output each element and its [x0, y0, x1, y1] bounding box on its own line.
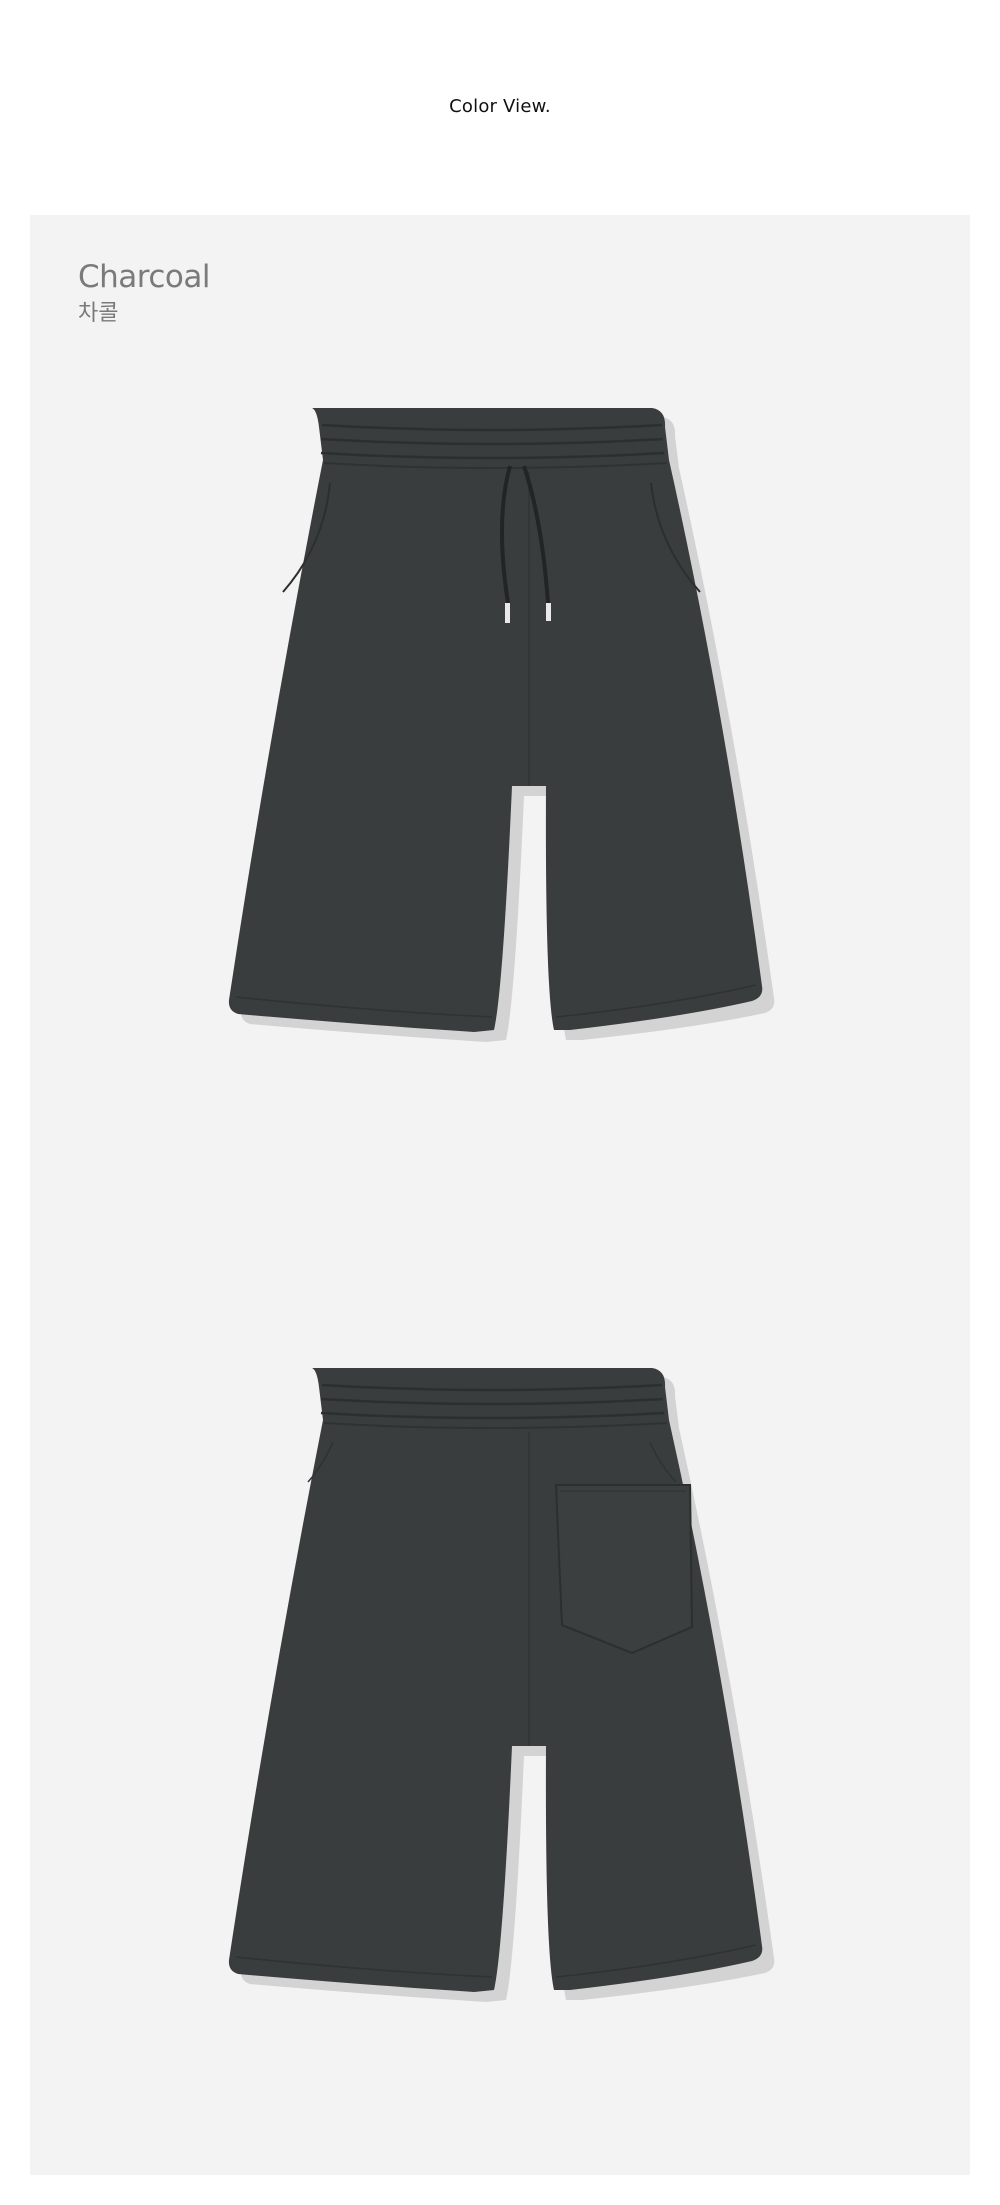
color-name-english: Charcoal — [78, 259, 210, 295]
color-view-panel: Charcoal 차콜 — [30, 215, 970, 2175]
shorts-front-image — [190, 400, 790, 1100]
drawstring-tip-right — [546, 603, 551, 621]
back-patch-pocket — [554, 1484, 694, 1655]
drawstring-tip-left — [505, 603, 510, 623]
color-name-korean: 차콜 — [78, 301, 119, 326]
shorts-back-image — [190, 1360, 790, 2060]
page-title: Color View. — [449, 96, 551, 117]
